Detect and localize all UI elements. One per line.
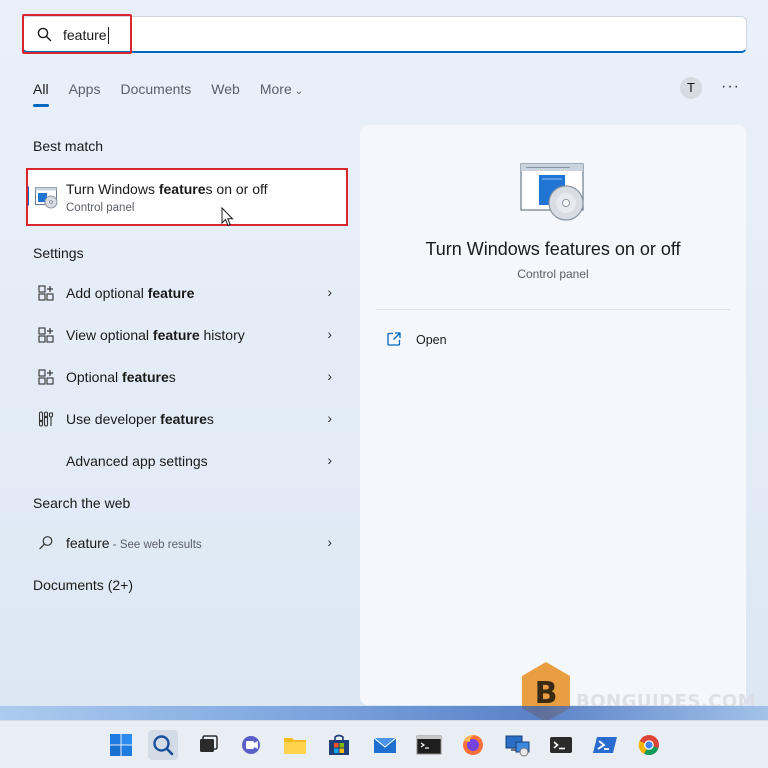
mouse-cursor-icon (221, 206, 235, 232)
best-match-heading: Best match (33, 138, 104, 154)
mail-icon[interactable] (370, 730, 400, 760)
terminal-icon[interactable] (546, 730, 576, 760)
avatar[interactable]: T (680, 77, 702, 99)
tab-apps[interactable]: Apps (69, 81, 101, 107)
open-icon[interactable] (386, 331, 402, 352)
tab-documents[interactable]: Documents (120, 81, 191, 107)
best-match-title: Turn Windows features on or off (66, 181, 268, 197)
taskbar (0, 720, 768, 768)
add-feature-icon (38, 285, 54, 301)
settings-heading: Settings (33, 245, 84, 261)
selection-indicator (26, 186, 29, 206)
chrome-icon[interactable] (634, 730, 664, 760)
setting-optional-features[interactable]: Optional features › (26, 359, 348, 395)
tab-all[interactable]: All (33, 81, 49, 107)
preview-subtitle: Control panel (517, 267, 589, 281)
windows-features-icon (520, 163, 586, 228)
search-filter-tabs: All Apps Documents Web More ⌄ (33, 81, 323, 107)
setting-label: Use developer features (66, 411, 214, 427)
chevron-right-icon: › (327, 368, 332, 384)
tab-more-label: More (259, 81, 292, 97)
chevron-right-icon: › (327, 326, 332, 342)
windows-features-icon (35, 187, 59, 214)
setting-use-developer-features[interactable]: Use developer features › (26, 401, 348, 437)
search-icon (38, 535, 54, 551)
search-icon[interactable] (148, 730, 178, 760)
setting-advanced-app-settings[interactable]: Advanced app settings › (26, 443, 348, 479)
powershell-icon[interactable] (590, 730, 620, 760)
command-prompt-icon[interactable] (414, 730, 444, 760)
setting-label: View optional feature history (66, 327, 245, 343)
more-options-icon[interactable]: ··· (721, 78, 740, 96)
chevron-right-icon: › (327, 534, 332, 550)
firefox-icon[interactable] (458, 730, 488, 760)
chevron-right-icon: › (327, 410, 332, 426)
chevron-right-icon: › (327, 452, 332, 468)
chevron-right-icon: › (327, 284, 332, 300)
chat-icon[interactable] (236, 730, 266, 760)
tab-more[interactable]: More ⌄ (260, 81, 303, 107)
setting-label: Optional features (66, 369, 176, 385)
web-result-label: feature - See web results (66, 535, 202, 551)
best-match-subtitle: Control panel (66, 202, 135, 214)
feature-history-icon (38, 327, 54, 343)
documents-heading[interactable]: Documents (2+) (33, 577, 133, 593)
result-preview-panel: Turn Windows features on or off Control … (360, 125, 746, 705)
remote-desktop-icon[interactable] (502, 730, 532, 760)
setting-view-optional-feature-history[interactable]: View optional feature history › (26, 317, 348, 353)
divider (376, 309, 730, 310)
setting-label: Advanced app settings (66, 453, 208, 469)
file-explorer-icon[interactable] (280, 730, 310, 760)
search-highlight-box (22, 14, 132, 54)
windows-start-icon[interactable] (106, 730, 136, 760)
preview-title: Turn Windows features on or off (425, 239, 681, 259)
optional-features-icon (38, 369, 54, 385)
open-button[interactable]: Open (416, 333, 447, 347)
setting-add-optional-feature[interactable]: Add optional feature › (26, 275, 348, 311)
web-search-result[interactable]: feature - See web results › (26, 525, 348, 561)
best-match-result[interactable]: Turn Windows features on or off Control … (26, 168, 348, 226)
setting-label: Add optional feature (66, 285, 195, 301)
chevron-down-icon: ⌄ (294, 86, 304, 97)
store-icon[interactable] (324, 730, 354, 760)
search-web-heading: Search the web (33, 495, 131, 511)
task-view-icon[interactable] (192, 730, 222, 760)
tab-web[interactable]: Web (211, 81, 240, 107)
developer-tools-icon (38, 411, 54, 427)
